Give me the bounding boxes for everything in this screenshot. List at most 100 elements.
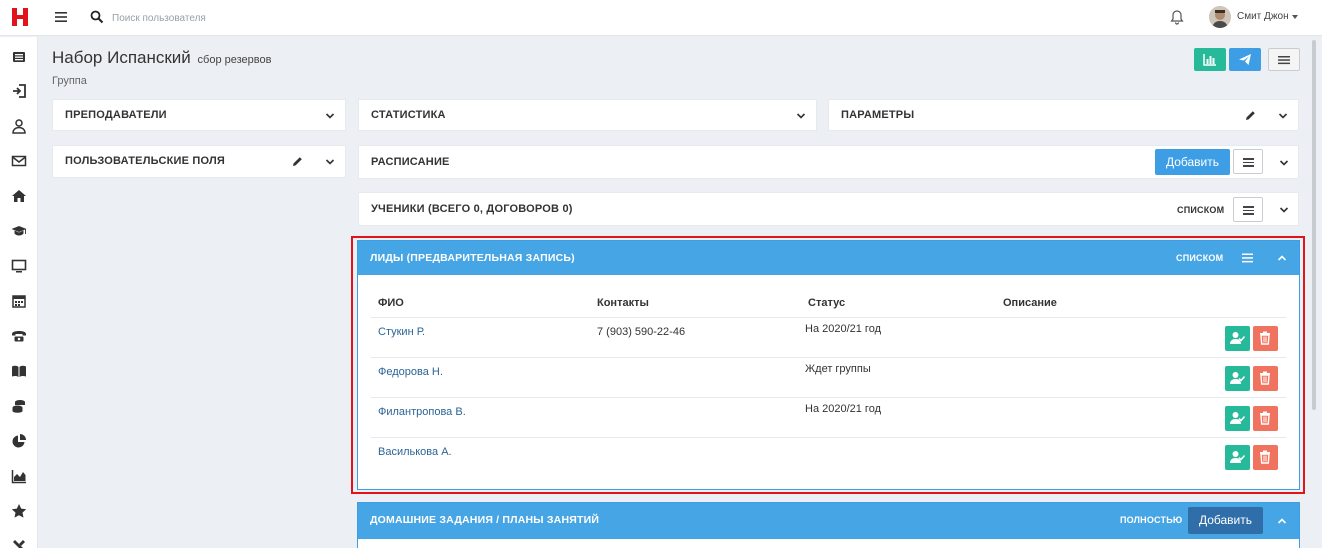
menu-toggle-icon[interactable] [54, 10, 68, 24]
top-bar: Смит Джон [0, 0, 1322, 36]
schedule-menu-button[interactable] [1233, 149, 1263, 174]
menu-icon [1278, 56, 1290, 65]
pie-chart-icon[interactable] [11, 433, 27, 449]
statistics-panel[interactable]: СТАТИСТИКА [358, 99, 817, 131]
page-menu-button[interactable] [1268, 48, 1300, 71]
sign-in-icon[interactable] [11, 83, 27, 99]
username[interactable]: Смит Джон [1237, 11, 1289, 22]
statistics-button[interactable] [1194, 48, 1226, 71]
custom-fields-panel-title: ПОЛЬЗОВАТЕЛЬСКИЕ ПОЛЯ [65, 155, 226, 167]
delete-lead-button[interactable] [1253, 406, 1278, 431]
delete-lead-button[interactable] [1253, 326, 1278, 351]
page-subtitle: сбор резервов [197, 54, 272, 66]
chevron-up-icon[interactable] [1277, 253, 1287, 263]
chevron-down-icon[interactable] [325, 111, 335, 121]
monitor-icon[interactable] [11, 258, 27, 274]
schedule-panel-title: РАСПИСАНИЕ [371, 156, 450, 168]
phone-icon[interactable] [11, 328, 27, 344]
chevron-down-icon[interactable] [1292, 15, 1298, 19]
lead-status: Ждет группы [805, 363, 871, 375]
graduation-cap-icon[interactable] [11, 223, 27, 239]
lead-name-link[interactable]: Федорова Н. [378, 366, 443, 378]
chevron-down-icon[interactable] [796, 111, 806, 121]
convert-to-student-button[interactable] [1225, 406, 1250, 431]
homework-panel: ДОМАШНИЕ ЗАДАНИЯ / ПЛАНЫ ЗАНЯТИЙ ПОЛНОСТ… [357, 502, 1300, 548]
leads-panel: ЛИДЫ (ПРЕДВАРИТЕЛЬНАЯ ЗАПИСЬ) СПИСКОМ ФИ… [357, 240, 1300, 490]
user-check-icon [1230, 412, 1245, 424]
star-icon[interactable] [11, 503, 27, 519]
user-check-icon [1230, 451, 1245, 463]
leads-view-mode[interactable]: СПИСКОМ [1176, 253, 1223, 263]
column-header-name: ФИО [378, 297, 404, 309]
homework-panel-title: ДОМАШНИЕ ЗАДАНИЯ / ПЛАНЫ ЗАНЯТИЙ [370, 514, 600, 526]
column-header-status: Статус [808, 297, 846, 309]
page-scrollbar[interactable] [1312, 40, 1316, 410]
pencil-icon[interactable] [1245, 110, 1256, 121]
column-header-contacts: Контакты [597, 297, 649, 309]
statistics-panel-title: СТАТИСТИКА [371, 109, 446, 121]
coins-icon[interactable] [11, 398, 27, 414]
homework-add-button[interactable]: Добавить [1188, 507, 1263, 534]
leads-panel-header[interactable]: ЛИДЫ (ПРЕДВАРИТЕЛЬНАЯ ЗАПИСЬ) СПИСКОМ [358, 241, 1299, 275]
chevron-down-icon[interactable] [1279, 205, 1289, 215]
parameters-panel-title: ПАРАМЕТРЫ [841, 109, 915, 121]
lead-name-link[interactable]: Стукин Р. [378, 326, 425, 338]
table-divider [371, 357, 1286, 358]
leads-panel-title: ЛИДЫ (ПРЕДВАРИТЕЛЬНАЯ ЗАПИСЬ) [370, 252, 575, 264]
custom-fields-panel[interactable]: ПОЛЬЗОВАТЕЛЬСКИЕ ПОЛЯ [52, 145, 346, 178]
user-icon[interactable] [11, 118, 27, 134]
convert-to-student-button[interactable] [1225, 445, 1250, 470]
notifications-bell-icon[interactable] [1169, 9, 1185, 25]
lead-name-link[interactable]: Филантропова В. [378, 406, 466, 418]
user-check-icon [1230, 332, 1245, 344]
home-icon[interactable] [11, 188, 27, 204]
area-chart-icon[interactable] [11, 468, 27, 484]
students-menu-button[interactable] [1233, 197, 1263, 222]
table-divider [371, 397, 1286, 398]
sidebar [0, 37, 38, 548]
homework-panel-header[interactable]: ДОМАШНИЕ ЗАДАНИЯ / ПЛАНЫ ЗАНЯТИЙ ПОЛНОСТ… [358, 503, 1299, 539]
menu-icon[interactable] [1242, 253, 1253, 263]
delete-lead-button[interactable] [1253, 366, 1278, 391]
convert-to-student-button[interactable] [1225, 366, 1250, 391]
chevron-up-icon[interactable] [1277, 516, 1287, 526]
page-group-label: Группа [52, 75, 87, 87]
chevron-down-icon[interactable] [1279, 158, 1289, 168]
avatar[interactable] [1209, 6, 1231, 28]
page-title-text: Набор Испанский [52, 48, 191, 67]
parameters-panel[interactable]: ПАРАМЕТРЫ [828, 99, 1299, 131]
bar-chart-icon [1203, 54, 1216, 66]
teachers-panel[interactable]: ПРЕПОДАВАТЕЛИ [52, 99, 346, 131]
lead-name-link[interactable]: Василькова А. [378, 446, 452, 458]
schedule-add-button[interactable]: Добавить [1155, 149, 1230, 175]
students-view-mode[interactable]: СПИСКОМ [1177, 205, 1224, 215]
lead-contact: 7 (903) 590-22-46 [597, 326, 686, 338]
tools-icon[interactable] [11, 538, 27, 548]
pencil-icon[interactable] [292, 156, 303, 167]
page-title: Набор Испанский сбор резервов [52, 48, 271, 68]
envelope-icon[interactable] [11, 153, 27, 169]
lead-status: На 2020/21 год [805, 403, 882, 415]
chevron-down-icon[interactable] [1278, 111, 1288, 121]
schedule-panel[interactable]: РАСПИСАНИЕ Добавить [358, 145, 1299, 179]
book-icon[interactable] [11, 363, 27, 379]
logo-icon[interactable] [11, 7, 29, 27]
trash-icon [1260, 331, 1270, 345]
convert-to-student-button[interactable] [1225, 326, 1250, 351]
students-panel-title: УЧЕНИКИ (ВСЕГО 0, ДОГОВОРОВ 0) [371, 203, 573, 215]
trash-icon [1260, 450, 1270, 464]
search-icon [90, 10, 104, 24]
send-message-button[interactable] [1229, 48, 1261, 71]
delete-lead-button[interactable] [1253, 445, 1278, 470]
user-check-icon [1230, 372, 1245, 384]
students-panel[interactable]: УЧЕНИКИ (ВСЕГО 0, ДОГОВОРОВ 0) СПИСКОМ [358, 192, 1299, 226]
table-divider [371, 437, 1286, 438]
chevron-down-icon[interactable] [325, 157, 335, 167]
list-icon[interactable] [11, 49, 27, 65]
calendar-icon[interactable] [11, 293, 27, 309]
table-divider [371, 317, 1286, 318]
trash-icon [1260, 371, 1270, 385]
column-header-description: Описание [1003, 297, 1057, 309]
homework-view-mode[interactable]: ПОЛНОСТЬЮ [1120, 515, 1182, 525]
search-input[interactable] [112, 9, 362, 27]
